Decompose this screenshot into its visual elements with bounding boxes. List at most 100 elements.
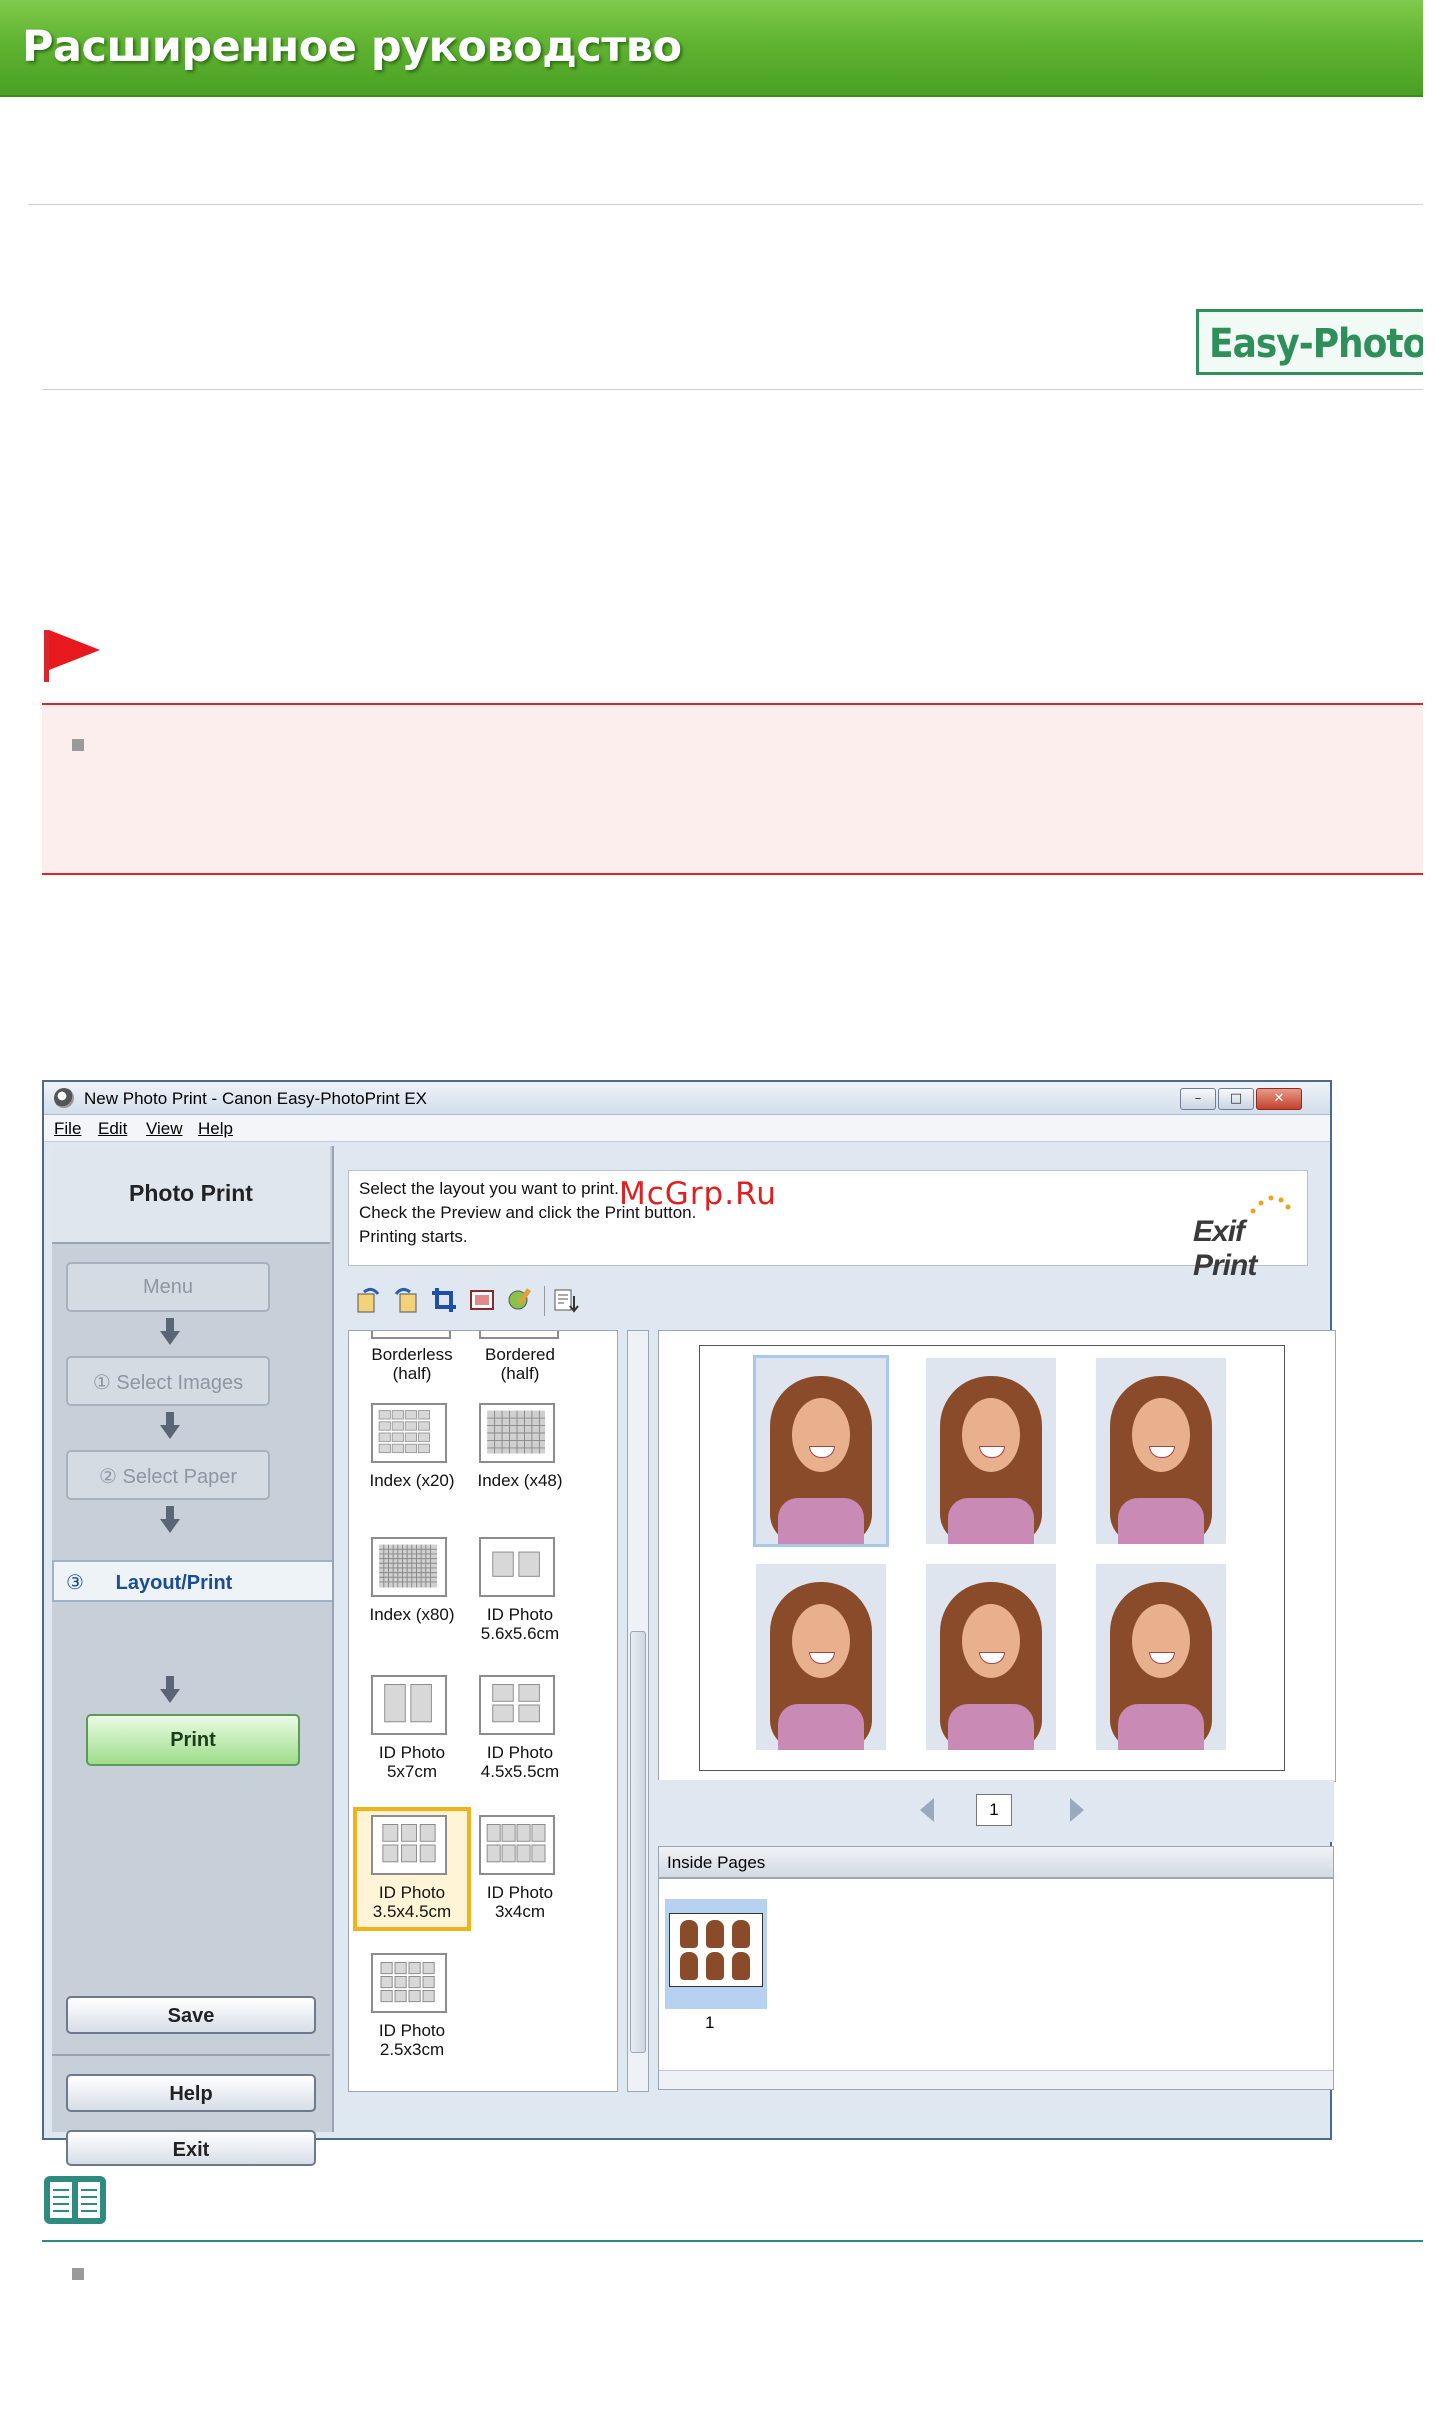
note-divider — [42, 2240, 1423, 2242]
exit-button-label: Exit — [172, 2139, 210, 2161]
layout-thumbnail[interactable] — [371, 1953, 447, 2013]
app-window: New Photo Print - Canon Easy-PhotoPrint … — [42, 1080, 1336, 2166]
menu-view[interactable]: View — [146, 1119, 183, 1139]
inside-pages-scrollbar[interactable] — [659, 2070, 1333, 2089]
layout-label: ID Photo 2.5x3cm — [378, 2021, 446, 2059]
close-button[interactable]: ✕ — [1256, 1088, 1302, 1110]
layout-thumbnail[interactable] — [479, 1331, 559, 1339]
left-pane: Photo Print Menu ① Select Images ② Selec… — [52, 1146, 334, 2166]
help-button-label: Help — [169, 2083, 213, 2105]
layout-thumbnail[interactable] — [371, 1675, 447, 1735]
layout-thumbnail[interactable] — [371, 1815, 447, 1875]
menu-file[interactable]: File — [54, 1119, 81, 1139]
layout-label: ID Photo 5.6x5.6cm — [480, 1605, 560, 1643]
paper-sheet — [699, 1345, 1285, 1771]
toolbar-separator — [544, 1286, 545, 1316]
layout-thumbnail[interactable] — [371, 1331, 451, 1339]
scrollbar-thumb[interactable] — [630, 1631, 646, 2053]
layout-label: ID Photo 3.5x4.5cm — [372, 1883, 452, 1921]
help-button[interactable]: Help — [66, 2074, 316, 2112]
menu-edit[interactable]: Edit — [98, 1119, 127, 1139]
step-label: ② Select Paper — [99, 1466, 237, 1488]
rotate-right-icon[interactable] — [392, 1286, 420, 1314]
app-icon — [54, 1088, 74, 1108]
page-thumbnail[interactable] — [665, 1899, 767, 2009]
page-navigator: 1 — [658, 1780, 1334, 1842]
select-paper-step-button[interactable]: ② Select Paper — [66, 1450, 270, 1500]
layout-print-step[interactable]: ③ Layout/Print — [52, 1560, 332, 1602]
step-label: Layout/Print — [115, 1572, 233, 1594]
layout-thumbnail[interactable] — [479, 1675, 555, 1735]
exif-print-logo: Exif Print — [1193, 1215, 1257, 1282]
bullet-icon — [72, 739, 84, 751]
layout-label: Index (x48) — [477, 1471, 563, 1490]
edit-toolbar — [348, 1282, 748, 1322]
layout-label: Borderless (half) — [371, 1345, 453, 1383]
date-settings-icon[interactable] — [552, 1286, 580, 1314]
id-photo[interactable] — [1096, 1564, 1226, 1750]
divider — [28, 204, 1423, 205]
menu-help[interactable]: Help — [198, 1119, 233, 1139]
page-number: 1 — [976, 1794, 1012, 1826]
divider — [42, 389, 1423, 390]
layout-label: Bordered (half) — [485, 1345, 555, 1383]
page-thumbnail-number: 1 — [705, 2013, 715, 2032]
save-button-label: Save — [167, 2005, 215, 2027]
window-titlebar[interactable]: New Photo Print - Canon Easy-PhotoPrint … — [44, 1082, 1330, 1115]
section-label: Photo Print — [129, 1180, 253, 1206]
instruction-line: Select the layout you want to print. — [359, 1179, 619, 1198]
note-book-icon — [44, 2176, 106, 2224]
minimize-button[interactable]: – — [1180, 1088, 1216, 1110]
select-images-step-button[interactable]: ① Select Images — [66, 1356, 270, 1406]
rotate-left-icon[interactable] — [354, 1286, 382, 1314]
caution-box — [42, 703, 1423, 875]
save-button[interactable]: Save — [66, 1996, 316, 2034]
layout-label: ID Photo 3x4cm — [486, 1883, 554, 1921]
id-photo[interactable] — [756, 1564, 886, 1750]
arrow-down-icon — [160, 1676, 180, 1706]
next-page-icon[interactable] — [1070, 1798, 1084, 1822]
exit-button[interactable]: Exit — [66, 2130, 316, 2166]
inside-pages-header: Inside Pages — [658, 1846, 1334, 1878]
bullet-icon — [72, 2268, 84, 2280]
instruction-line: Printing starts. — [359, 1227, 468, 1246]
layout-list-scrollbar[interactable] — [627, 1330, 649, 2092]
inside-pages-label: Inside Pages — [667, 1853, 766, 1872]
previous-page-icon[interactable] — [920, 1798, 934, 1822]
layout-thumbnail[interactable] — [479, 1815, 555, 1875]
layout-thumbnail[interactable] — [479, 1537, 555, 1597]
layout-thumbnail[interactable] — [371, 1537, 447, 1597]
layout-label: Index (x80) — [369, 1605, 455, 1624]
layout-thumbnail[interactable] — [479, 1403, 555, 1463]
id-photo[interactable] — [1096, 1358, 1226, 1544]
id-photo[interactable] — [753, 1355, 889, 1547]
layout-label: ID Photo 5x7cm — [378, 1743, 446, 1781]
window-title: New Photo Print - Canon Easy-PhotoPrint … — [84, 1089, 427, 1108]
layout-thumbnail[interactable] — [371, 1403, 447, 1463]
page-banner: Расширенное руководство — [0, 0, 1423, 97]
step-label: ① Select Images — [92, 1372, 244, 1394]
menu-step-button[interactable]: Menu — [66, 1262, 270, 1312]
print-button[interactable]: Print — [86, 1714, 300, 1766]
correct-image-icon[interactable] — [506, 1286, 534, 1314]
arrow-down-icon — [160, 1318, 180, 1348]
crop-icon[interactable] — [430, 1286, 458, 1314]
id-photo[interactable] — [926, 1564, 1056, 1750]
divider — [52, 2054, 330, 2056]
easy-photoprint-logo: Easy-PhotoP — [1196, 309, 1423, 375]
step-label: Menu — [142, 1276, 194, 1298]
id-photo[interactable] — [926, 1358, 1056, 1544]
layout-label: ID Photo 4.5x5.5cm — [480, 1743, 560, 1781]
maximize-button[interactable]: □ — [1218, 1088, 1254, 1110]
photo-print-header: Photo Print — [52, 1146, 330, 1244]
layout-label: Index (x20) — [369, 1471, 455, 1490]
exif-dots-icon — [1250, 1195, 1291, 1214]
frame-icon[interactable] — [468, 1286, 496, 1314]
print-preview — [658, 1330, 1336, 1782]
arrow-down-icon — [160, 1412, 180, 1442]
banner-title: Расширенное руководство — [22, 22, 682, 72]
menu-bar: File Edit View Help — [44, 1115, 1330, 1142]
layout-list: Borderless (half) Bordered (half) Index (x… — [348, 1330, 618, 2092]
instruction-panel: Select the layout you want to print. Che… — [348, 1170, 1308, 1282]
logo-text: Easy-PhotoP — [1209, 321, 1423, 367]
